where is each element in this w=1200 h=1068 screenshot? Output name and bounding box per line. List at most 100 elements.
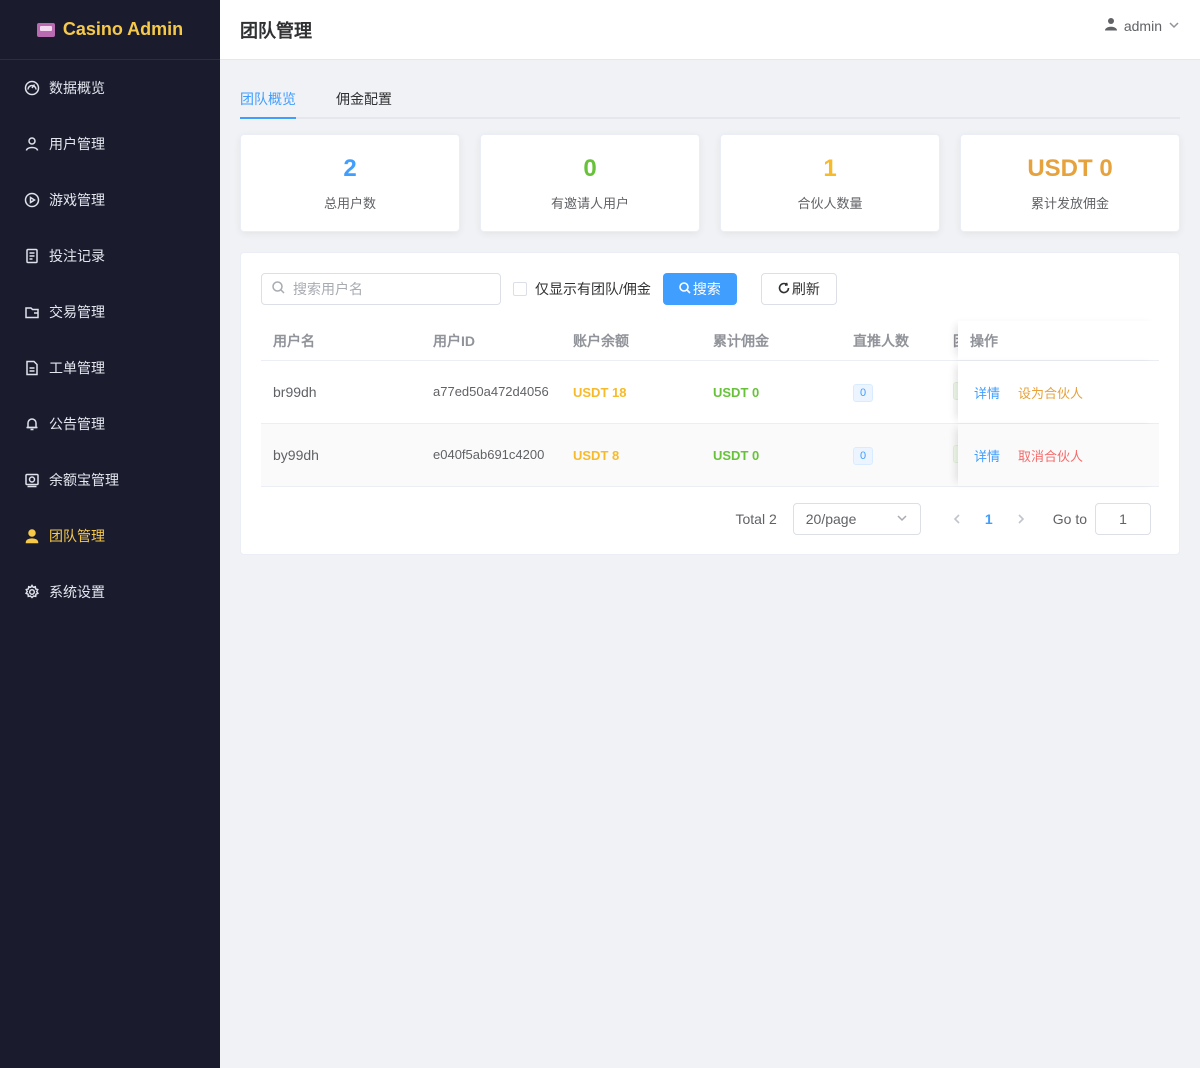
column-header-user-id: 用户ID [433, 332, 475, 349]
cell-user-id: e040f5ab691c4200 [433, 447, 545, 462]
cell-username: by99dh [273, 447, 319, 463]
table-row: by99dh e040f5ab691c4200 USDT 8 USDT 0 0 … [261, 424, 1159, 487]
goto-page: Go to [1053, 503, 1151, 535]
goto-page-input[interactable] [1095, 503, 1151, 535]
chevron-down-icon [896, 511, 908, 527]
sidebar-item-label: 数据概览 [49, 80, 105, 96]
checkbox-label: 仅显示有团队/佣金 [535, 281, 651, 297]
direct-count-tag: 0 [853, 383, 873, 402]
cell-direct-count: 0 [841, 383, 941, 402]
cell-username: br99dh [273, 384, 317, 400]
cell-actions: 详情 取消合伙人 [958, 424, 1159, 486]
set-partner-link[interactable]: 设为合伙人 [1018, 383, 1083, 402]
column-header-username: 用户名 [273, 332, 315, 349]
stat-card-invited-users: 0 有邀请人用户 [480, 134, 700, 232]
tab-team-overview[interactable]: 团队概览 [240, 89, 296, 119]
search-button-label: 搜索 [692, 281, 721, 297]
checkbox-box[interactable] [513, 282, 527, 296]
stat-value: 1 [823, 154, 837, 182]
sidebar-item-settings[interactable]: 系统设置 [0, 564, 220, 620]
refresh-icon [778, 281, 790, 297]
user-icon [24, 136, 40, 152]
sidebar-item-label: 团队管理 [49, 528, 105, 544]
team-table-panel: 仅显示有团队/佣金 搜索 刷新 用户名 用户ID 账户余额 累计佣金 直推人数 … [240, 252, 1180, 555]
column-header-direct-count: 直推人数 [853, 332, 909, 349]
column-header-commission: 累计佣金 [713, 332, 769, 349]
sidebar-item-users[interactable]: 用户管理 [0, 116, 220, 172]
column-header-team: 团 [941, 331, 959, 351]
stat-label: 有邀请人用户 [550, 195, 629, 211]
stat-card-partners: 1 合伙人数量 [720, 134, 940, 232]
cell-direct-count: 0 [841, 446, 941, 465]
direct-count-tag: 0 [853, 446, 873, 465]
sidebar-item-label: 交易管理 [49, 304, 105, 320]
table-header: 用户名 用户ID 账户余额 累计佣金 直推人数 团 操作 [261, 321, 1159, 361]
team-icon [24, 528, 40, 544]
chevron-down-icon [1168, 18, 1180, 34]
pagination-total: Total 2 [735, 511, 777, 527]
brand[interactable]: Casino Admin [0, 0, 220, 60]
prev-page-button[interactable] [941, 511, 973, 527]
sidebar-item-label: 投注记录 [49, 248, 105, 264]
detail-link[interactable]: 详情 [974, 383, 1000, 402]
search-button[interactable]: 搜索 [662, 273, 737, 305]
search-icon [679, 281, 691, 297]
sidebar-item-games[interactable]: 游戏管理 [0, 172, 220, 228]
sidebar: Casino Admin 数据概览 用户管理 游戏管理 投注记录 交易管理 工单… [0, 0, 220, 1068]
column-header-actions: 操作 [958, 321, 1159, 360]
stat-label: 合伙人数量 [797, 195, 863, 211]
stat-label: 累计发放佣金 [1030, 195, 1109, 211]
search-box [261, 273, 501, 305]
table-row: br99dh a77ed50a472d4056 USDT 18 USDT 0 0… [261, 361, 1159, 424]
cancel-partner-link[interactable]: 取消合伙人 [1018, 446, 1083, 465]
slot-machine-icon [36, 22, 55, 37]
top-header: 团队管理 admin [220, 0, 1200, 60]
search-input[interactable] [293, 281, 483, 297]
sidebar-item-yuebao[interactable]: 余额宝管理 [0, 452, 220, 508]
sidebar-item-label: 工单管理 [49, 360, 105, 376]
wallet-icon [24, 304, 40, 320]
bell-icon [24, 416, 40, 432]
pagination: Total 2 20/page 1 Go to [735, 503, 1151, 535]
page-number-current[interactable]: 1 [973, 511, 1005, 527]
detail-link[interactable]: 详情 [974, 446, 1000, 465]
gear-icon [24, 584, 40, 600]
dashboard-icon [24, 80, 40, 96]
user-menu[interactable]: admin [1104, 17, 1180, 34]
username: admin [1123, 17, 1162, 34]
cell-user-id: a77ed50a472d4056 [433, 384, 549, 399]
sidebar-item-dashboard[interactable]: 数据概览 [0, 60, 220, 116]
sidebar-item-label: 公告管理 [49, 416, 105, 432]
team-only-checkbox[interactable]: 仅显示有团队/佣金 [513, 279, 651, 299]
sidebar-item-transactions[interactable]: 交易管理 [0, 284, 220, 340]
team-table: 用户名 用户ID 账户余额 累计佣金 直推人数 团 操作 br99dh a77e… [261, 321, 1159, 487]
ticket-icon [24, 360, 40, 376]
cell-commission: USDT 0 [713, 384, 760, 400]
cell-commission: USDT 0 [713, 447, 760, 463]
sidebar-menu: 数据概览 用户管理 游戏管理 投注记录 交易管理 工单管理 公告管理 余额宝管理… [0, 60, 220, 620]
stats-row: 2 总用户数 0 有邀请人用户 1 合伙人数量 USDT 0 累计发放佣金 [240, 134, 1180, 232]
stat-value: USDT 0 [1027, 154, 1113, 182]
cell-balance: USDT 8 [573, 447, 620, 463]
refresh-button[interactable]: 刷新 [760, 273, 837, 305]
tab-commission-config[interactable]: 佣金配置 [336, 89, 392, 117]
sidebar-item-tickets[interactable]: 工单管理 [0, 340, 220, 396]
goto-label: Go to [1052, 511, 1087, 527]
refresh-button-label: 刷新 [791, 281, 820, 297]
document-icon [24, 248, 40, 264]
column-header-balance: 账户余额 [573, 332, 629, 349]
sidebar-item-announcements[interactable]: 公告管理 [0, 396, 220, 452]
sidebar-item-team[interactable]: 团队管理 [0, 508, 220, 564]
toolbar: 仅显示有团队/佣金 搜索 刷新 [261, 273, 1159, 305]
brand-title: Casino Admin [62, 19, 184, 39]
next-page-button[interactable] [1005, 511, 1037, 527]
sidebar-item-label: 用户管理 [49, 136, 105, 152]
stat-label: 总用户数 [323, 195, 376, 211]
stat-value: 2 [343, 154, 357, 182]
sidebar-item-label: 余额宝管理 [49, 472, 119, 488]
search-icon [272, 281, 293, 297]
page-size-select[interactable]: 20/page [792, 503, 921, 535]
sidebar-item-bets[interactable]: 投注记录 [0, 228, 220, 284]
stat-card-total-commission: USDT 0 累计发放佣金 [960, 134, 1180, 232]
cell-team [941, 381, 959, 403]
